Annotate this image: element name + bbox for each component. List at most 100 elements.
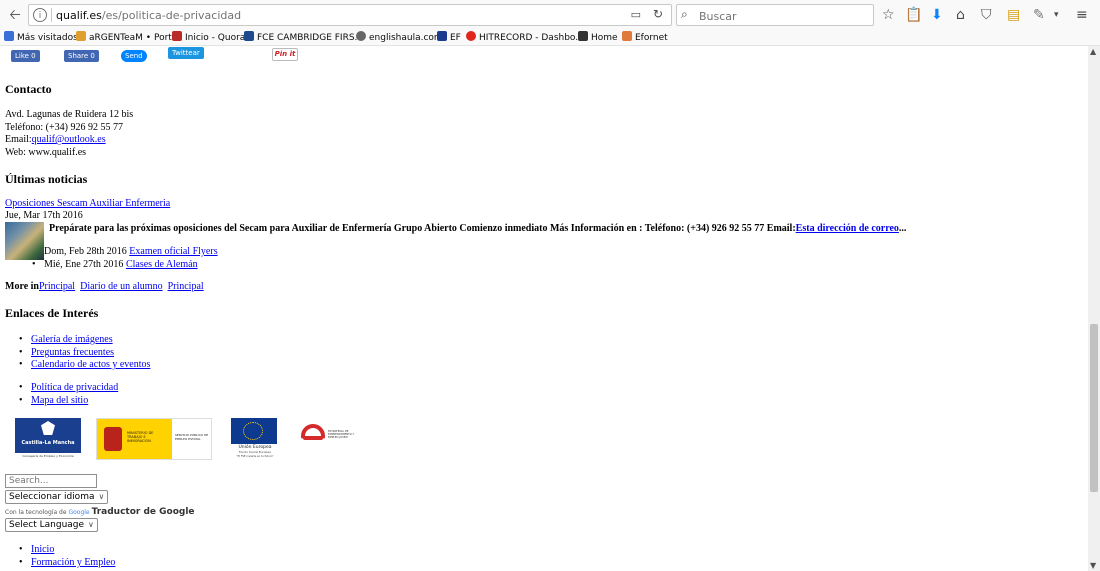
url-text[interactable]: qualif.es/es/politica-de-privacidad — [56, 9, 241, 22]
back-arrow-icon[interactable]: 🡠 — [4, 5, 26, 25]
news-item-link[interactable]: Examen oficial Flyers — [129, 246, 217, 257]
faq-link[interactable]: Preguntas frecuentes — [31, 347, 114, 358]
bookmark-favicon-icon — [76, 31, 86, 41]
tools-icon[interactable]: ✎ — [1033, 5, 1045, 25]
bookmark-label: aRGENTeaM • Portal — [89, 33, 180, 43]
contact-address: Avd. Lagunas de Ruidera 12 bis — [5, 109, 134, 120]
google-logo-text: Google — [68, 509, 90, 516]
google-prefix: Con la tecnología de — [5, 509, 67, 516]
bookmark-label: HITRECORD - Dashbo... — [479, 33, 584, 43]
castilla-la-mancha-logo: Castilla-La Mancha Consejería de Empleo … — [15, 418, 81, 460]
download-icon[interactable]: ⬇ — [931, 5, 943, 25]
browser-search-bar[interactable]: ⌕ — [676, 4, 874, 26]
bookmark-label: englishaula.com — [369, 33, 443, 43]
ministerio-logo-text: MINISTERIO DE TRABAJO E INMIGRACIÓN — [127, 431, 154, 443]
messenger-send-button[interactable]: Send — [121, 50, 147, 62]
bookmark-item[interactable]: Inicio - Quora — [172, 31, 245, 45]
menu-item: Formación y Empleo — [19, 556, 116, 569]
sepe-logo-text: SERVICIO PÚBLICO DE EMPLEO ESTATAL — [175, 433, 209, 441]
site-search-input[interactable] — [5, 474, 97, 488]
links-item: Calendario de actos y eventos — [19, 358, 150, 371]
bookmark-item[interactable]: FCE CAMBRIDGE FIRS... — [244, 31, 363, 45]
bookmarks-bar: Más visitados aRGENTeaM • Portal Inicio … — [0, 30, 1100, 46]
news-featured-title: Oposiciones Sescam Auxiliar Enfermeria — [5, 198, 170, 210]
more-in-link[interactable]: Diario de un alumno — [80, 281, 162, 292]
news-item-date: Dom, Feb 28th 2016 — [44, 246, 127, 257]
bookmark-label: Inicio - Quora — [185, 33, 246, 43]
send-label: Send — [125, 52, 143, 60]
home-icon[interactable]: ⌂ — [956, 5, 965, 25]
scroll-down-icon[interactable]: ▼ — [1090, 561, 1096, 570]
clipboard-icon[interactable]: 📋 — [905, 5, 922, 25]
bookmark-item[interactable]: englishaula.com — [356, 31, 443, 45]
news-item: Dom, Feb 28th 2016 Examen oficial Flyers — [44, 246, 218, 258]
bookmark-item[interactable]: aRGENTeaM • Portal — [76, 31, 180, 45]
extension-icon[interactable]: ▤ — [1007, 5, 1020, 25]
twitter-tweet-button[interactable]: Twittear — [168, 47, 204, 59]
bookmark-item[interactable]: HITRECORD - Dashbo... — [466, 31, 584, 45]
scrollbar-thumb[interactable] — [1090, 324, 1098, 492]
more-in-link[interactable]: Principal — [39, 281, 75, 292]
bookmark-star-icon[interactable]: ☆ — [882, 5, 895, 25]
facebook-like-button[interactable]: Like 0 — [11, 50, 40, 62]
home-list-icon — [578, 31, 588, 41]
bookmark-item[interactable]: Más visitados — [4, 31, 78, 45]
gallery-link[interactable]: Galería de imágenes — [31, 334, 113, 345]
links-item: Mapa del sitio — [19, 394, 88, 407]
bookmark-label: EF — [450, 33, 461, 43]
links-item: Galería de imágenes — [19, 333, 113, 346]
url-separator — [51, 8, 52, 22]
clm-logo-text: Castilla-La Mancha — [21, 440, 75, 446]
contact-web: Web: www.qualif.es — [5, 147, 87, 158]
browser-toolbar: 🡠 i qualif.es/es/politica-de-privacidad … — [0, 0, 1100, 31]
page-scrollbar[interactable]: ▲ ▼ — [1088, 46, 1100, 571]
bookmark-item[interactable]: EF — [437, 31, 461, 45]
menu-inicio-link[interactable]: Inicio — [31, 544, 54, 555]
bookmark-label: Home — [591, 33, 618, 43]
language-select[interactable]: Seleccionar idioma ∨ — [5, 490, 109, 504]
news-email-link[interactable]: Esta dirección de correo — [796, 223, 899, 234]
news-featured-link[interactable]: Oposiciones Sescam Auxiliar Enfermeria — [5, 198, 170, 209]
garantia-bar-icon — [303, 436, 323, 440]
chevron-down-icon[interactable]: ▾ — [1054, 5, 1059, 25]
privacy-link[interactable]: Política de privacidad — [31, 382, 118, 393]
hamburger-menu-icon[interactable]: ≡ — [1076, 5, 1088, 25]
facebook-share-button[interactable]: Share 0 — [64, 50, 99, 62]
news-item-date: Mié, Ene 27th 2016 — [44, 259, 124, 270]
scroll-up-icon[interactable]: ▲ — [1090, 47, 1096, 56]
menu-formacion-link[interactable]: Formación y Empleo — [31, 557, 115, 568]
pinterest-pin-button[interactable]: Pin it — [272, 48, 298, 61]
news-item-link[interactable]: Clases de Alemán — [126, 259, 198, 270]
bookmark-favicon-icon — [244, 31, 254, 41]
contact-heading: Contacto — [5, 82, 52, 96]
select-language-dropdown[interactable]: Select Language ∨ — [5, 518, 98, 532]
hitrecord-icon — [466, 31, 476, 41]
pocket-icon[interactable]: ⛉ — [981, 5, 992, 25]
contact-email-link[interactable]: qualif@outlook.es — [32, 134, 106, 145]
reader-view-icon[interactable]: ▭ — [631, 8, 641, 21]
bookmark-item[interactable]: Efornet — [622, 31, 668, 45]
news-featured-text: Prepárate para las próximas oposiciones … — [49, 223, 906, 235]
news-featured-body: Prepárate para las próximas oposiciones … — [49, 223, 796, 234]
eu-logo-subtext: Fondo Social Europeo — [238, 450, 272, 454]
info-icon[interactable]: i — [33, 8, 47, 22]
globe-icon — [356, 31, 366, 41]
url-bar[interactable]: i qualif.es/es/politica-de-privacidad ▭ … — [28, 4, 672, 26]
share-label: Share 0 — [68, 52, 95, 60]
more-in-link[interactable]: Principal — [168, 281, 204, 292]
bookmark-item[interactable]: Home — [578, 31, 618, 45]
news-featured-date: Jue, Mar 17th 2016 — [5, 210, 83, 221]
bookmark-label: Efornet — [635, 33, 668, 43]
news-thumbnail[interactable] — [5, 222, 44, 260]
efornet-icon — [622, 31, 632, 41]
spain-coat-of-arms-icon — [104, 427, 122, 451]
sitemap-link[interactable]: Mapa del sitio — [31, 395, 88, 406]
calendar-link[interactable]: Calendario de actos y eventos — [31, 359, 150, 370]
ef-icon — [437, 31, 447, 41]
browser-search-input[interactable] — [697, 7, 871, 25]
email-label: Email: — [5, 134, 32, 145]
news-more-in: More inPrincipal Diario de un alumno Pri… — [5, 281, 204, 293]
reload-icon[interactable]: ↻ — [653, 7, 663, 21]
clm-logo-subtext: Consejería de Empleo y Economía — [22, 454, 74, 458]
news-ellipsis: ... — [898, 223, 907, 234]
